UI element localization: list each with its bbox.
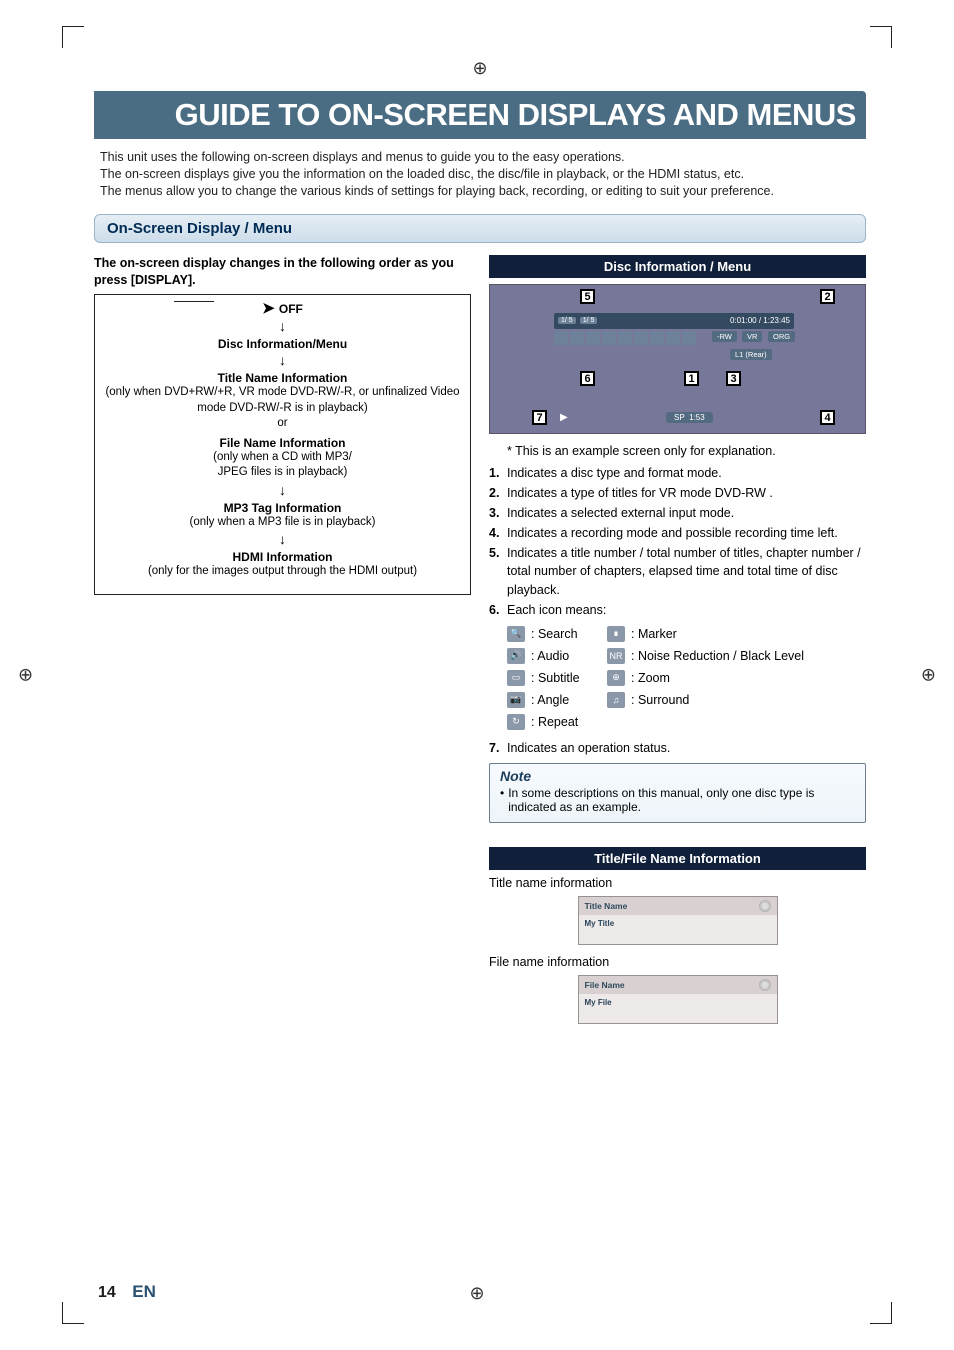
osd-icon-row [554,331,704,345]
file-name-caption: File name information [489,955,866,969]
callout-explanations-7: 7.Indicates an operation status. [489,739,866,757]
item-7: Indicates an operation status. [507,739,670,757]
callout-2: 2 [820,289,835,304]
icon-label-nr: : Noise Reduction / Black Level [631,649,804,663]
icon-label-surround: : Surround [631,693,689,707]
icon-label-repeat: : Repeat [531,715,578,729]
icon-label-angle: : Angle [531,693,601,707]
note-body: In some descriptions on this manual, onl… [508,786,855,814]
play-icon: ▶ [560,412,568,423]
step-title-info: Title Name Information [101,371,464,385]
arrow-down-icon: ↓ [101,532,464,546]
osd-vr-tag: VR [742,331,762,342]
osd-chapter-counter: 1/ 5 [580,317,598,324]
disc-icon [759,979,771,991]
icon-legend: 🔍 : Search ∎ : Marker 🔊 : Audio NR : Noi… [507,623,866,733]
icon-label-subtitle: : Subtitle [531,671,601,685]
step-disc-info: Disc Information/Menu [101,337,464,351]
registration-mark-right: ⊕ [921,665,936,686]
asterisk-note: * This is an example screen only for exp… [507,442,866,460]
disc-info-header: Disc Information / Menu [489,255,866,278]
callout-7: 7 [532,410,547,425]
callout-explanations: * This is an example screen only for exp… [489,442,866,619]
intro-line: The on-screen displays give you the info… [100,166,866,183]
item-4: Indicates a recording mode and possible … [507,524,838,542]
registration-mark-left: ⊕ [18,665,33,686]
note-title: Note [500,768,855,784]
step-file-info: File Name Information [101,436,464,450]
preview-value: My File [579,994,777,1023]
repeat-icon: ↻ [507,714,525,730]
audio-icon: 🔊 [507,648,525,664]
search-icon: 🔍 [507,626,525,642]
page-title: GUIDE TO ON-SCREEN DISPLAYS AND MENUS [94,91,866,139]
display-cycle-diagram: ➤ OFF ↓ Disc Information/Menu ↓ Title Na… [94,294,471,595]
marker-icon: ∎ [607,626,625,642]
intro-line: The menus allow you to change the variou… [100,183,866,200]
preview-header: File Name [585,980,625,990]
step-file-note: JPEG files is in playback) [101,465,464,481]
callout-1: 1 [684,371,699,386]
step-off: OFF [279,302,303,316]
zoom-icon: ⊕ [607,670,625,686]
icon-label-search: : Search [531,627,601,641]
step-mp3-note: (only when a MP3 file is in playback) [101,515,464,531]
nr-icon: NR [607,648,625,664]
display-cycle-lead: The on-screen display changes in the fol… [94,255,471,289]
disc-icon [759,900,771,912]
step-hdmi: HDMI Information [101,550,464,564]
angle-icon: 📷 [507,692,525,708]
osd-input-tag: L1 (Rear) [730,349,772,360]
callout-4: 4 [820,410,835,425]
intro-line: This unit uses the following on-screen d… [100,149,866,166]
callout-5: 5 [580,289,595,304]
icon-label-audio: : Audio [531,649,601,663]
item-3: Indicates a selected external input mode… [507,504,734,522]
note-block: Note • In some descriptions on this manu… [489,763,866,823]
step-title-note: (only when DVD+RW/+R, VR mode DVD-RW/-R,… [101,385,464,416]
step-mp3-tag: MP3 Tag Information [101,501,464,515]
icon-label-zoom: : Zoom [631,671,670,685]
item-2: Indicates a type of titles for VR mode D… [507,484,773,502]
registration-mark-bottom: ⊕ [68,1283,886,1304]
osd-top-bar: 1/ 5 1/ 5 0:01:00 / 1:23:45 [554,313,794,329]
osd-example-diagram: 1/ 5 1/ 5 0:01:00 / 1:23:45 -RW VR ORG L… [489,284,866,434]
osd-title-counter: 1/ 5 [558,317,576,324]
preview-value: My Title [579,915,777,944]
title-name-caption: Title name information [489,876,866,890]
title-name-preview: Title Name My Title [578,896,778,945]
section-heading: On-Screen Display / Menu [94,214,866,243]
page-lang: EN [132,1282,156,1301]
page-footer: 14 EN [98,1282,156,1302]
arrow-down-icon: ↓ [101,353,464,367]
subtitle-icon: ▭ [507,670,525,686]
callout-6: 6 [580,371,595,386]
page-number: 14 [98,1284,116,1301]
arrow-down-icon: ↓ [101,319,464,333]
item-5: Indicates a title number / total number … [507,544,866,598]
file-name-preview: File Name My File [578,975,778,1024]
surround-icon: ♫ [607,692,625,708]
item-6: Each icon means: [507,601,606,619]
arrow-down-icon: ↓ [101,483,464,497]
callout-3: 3 [726,371,741,386]
step-hdmi-note: (only for the images output through the … [101,564,464,580]
intro-text: This unit uses the following on-screen d… [100,149,866,200]
osd-sp-tag: SP 1:53 [666,412,713,423]
osd-org-tag: ORG [768,331,795,342]
osd-rw-tag: -RW [712,331,737,342]
registration-mark-top: ⊕ [94,58,866,79]
step-file-note: (only when a CD with MP3/ [101,450,464,466]
step-or: or [101,416,464,432]
title-file-header: Title/File Name Information [489,847,866,870]
osd-time: 0:01:00 / 1:23:45 [730,316,790,325]
preview-header: Title Name [585,901,628,911]
item-1: Indicates a disc type and format mode. [507,464,722,482]
icon-label-marker: : Marker [631,627,677,641]
